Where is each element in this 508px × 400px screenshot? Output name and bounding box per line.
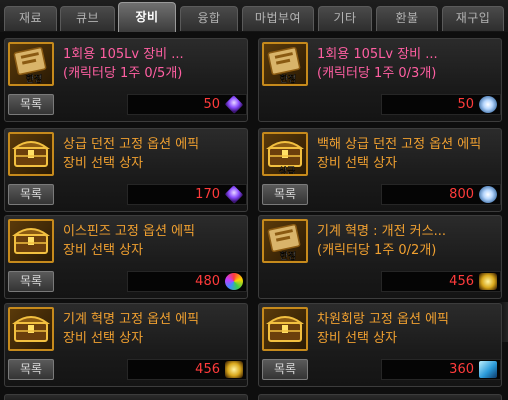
purple-spirit-stone-icon xyxy=(224,95,244,114)
gear-part-icon xyxy=(479,273,497,290)
item-title-line1: 기계 혁명 : 개전 커스... xyxy=(317,224,446,239)
treasure-chest-icon[interactable] xyxy=(8,307,54,351)
item-title-line2: 장비 선택 상자 xyxy=(63,243,144,258)
item-title: 이스핀즈 고정 옵션 에픽장비 선택 상자 xyxy=(63,222,245,260)
price-bar: 170 xyxy=(127,184,247,205)
price-bar: 360 xyxy=(381,359,501,380)
item-price: 800 xyxy=(449,187,474,202)
white-crystal-icon xyxy=(479,186,497,203)
svg-text:상급: 상급 xyxy=(279,166,296,174)
item-title-line2: 장비 선택 상자 xyxy=(63,331,144,346)
tab-fusion[interactable]: 융합 xyxy=(180,6,238,31)
tab-equipment[interactable]: 장비 xyxy=(118,2,176,32)
price-bar: 50 xyxy=(381,94,501,115)
item-price: 360 xyxy=(449,362,474,377)
item-price: 50 xyxy=(457,97,474,112)
shop-tab-bar: 재료 큐브 장비 융합 마법부여 기타 환불 재구입 xyxy=(0,0,508,32)
item-title: 백해 상급 던전 고정 옵션 에픽장비 선택 상자 xyxy=(317,135,499,173)
item-title-line1: 백해 상급 던전 고정 옵션 에픽 xyxy=(317,137,482,152)
shop-item-card[interactable]: 한정 1회용 105Lv 장비 ... (캐릭터당 1주 0/3개) 50 xyxy=(258,38,502,122)
tab-cube[interactable]: 큐브 xyxy=(60,6,115,31)
item-price: 456 xyxy=(449,274,474,289)
list-button[interactable]: 목록 xyxy=(262,359,308,380)
tab-materials[interactable]: 재료 xyxy=(4,6,57,31)
item-title: 기계 혁명 : 개전 커스... (캐릭터당 1주 0/2개) xyxy=(317,222,499,260)
gear-part-icon xyxy=(225,361,243,378)
equipment-ticket-icon[interactable]: 한정 xyxy=(262,42,308,86)
shop-item-card-partial xyxy=(4,394,248,400)
mixed-gem-icon xyxy=(225,273,243,290)
price-bar: 456 xyxy=(127,359,247,380)
tab-rebuy[interactable]: 재구입 xyxy=(442,6,504,31)
svg-text:한정: 한정 xyxy=(280,74,297,84)
shop-item-card[interactable]: 한정 기계 혁명 : 개전 커스... (캐릭터당 1주 0/2개) 456 xyxy=(258,215,502,299)
treasure-chest-icon[interactable] xyxy=(262,307,308,351)
shop-item-card[interactable]: 이스핀즈 고정 옵션 에픽장비 선택 상자목록 480 xyxy=(4,215,248,299)
equipment-ticket-icon[interactable]: 한정 xyxy=(8,42,54,86)
list-button[interactable]: 목록 xyxy=(8,184,54,205)
shop-item-card[interactable]: 차원회랑 고정 옵션 에픽장비 선택 상자목록 360 xyxy=(258,303,502,387)
item-title-line2: 장비 선택 상자 xyxy=(317,156,398,171)
price-bar: 800 xyxy=(381,184,501,205)
blue-cube-icon xyxy=(479,361,497,378)
shop-item-card[interactable]: 상급 백해 상급 던전 고정 옵션 에픽장비 선택 상자목록 800 xyxy=(258,128,502,212)
item-title: 차원회랑 고정 옵션 에픽장비 선택 상자 xyxy=(317,310,499,348)
svg-text:한정: 한정 xyxy=(280,251,297,261)
list-button[interactable]: 목록 xyxy=(262,184,308,205)
item-price: 480 xyxy=(195,274,220,289)
price-bar: 480 xyxy=(127,271,247,292)
price-bar: 456 xyxy=(381,271,501,292)
list-button[interactable]: 목록 xyxy=(8,94,54,115)
price-bar: 50 xyxy=(127,94,247,115)
item-title: 기계 혁명 고정 옵션 에픽장비 선택 상자 xyxy=(63,310,245,348)
item-title-line1: 상급 던전 고정 옵션 에픽 xyxy=(63,137,200,152)
item-title-line1: 이스핀즈 고정 옵션 에픽 xyxy=(63,224,195,239)
equipment-ticket-icon[interactable]: 한정 xyxy=(262,219,308,263)
item-title: 1회용 105Lv 장비 ... (캐릭터당 1주 0/5개) xyxy=(63,45,245,83)
item-title-line2: (캐릭터당 1주 0/5개) xyxy=(63,66,183,81)
item-price: 170 xyxy=(195,187,220,202)
item-title-line2: (캐릭터당 1주 0/3개) xyxy=(317,66,437,81)
item-price: 50 xyxy=(203,97,220,112)
shop-item-card[interactable]: 한정 1회용 105Lv 장비 ... (캐릭터당 1주 0/5개) 목록 50 xyxy=(4,38,248,122)
item-grid: 한정 1회용 105Lv 장비 ... (캐릭터당 1주 0/5개) 목록 50 한정 1회… xyxy=(0,32,508,400)
treasure-chest-icon[interactable] xyxy=(8,132,54,176)
treasure-chest-icon[interactable] xyxy=(8,219,54,263)
item-title-line2: 장비 선택 상자 xyxy=(63,156,144,171)
item-title-line1: 차원회랑 고정 옵션 에픽 xyxy=(317,312,449,327)
tab-refund[interactable]: 환불 xyxy=(376,6,438,31)
item-title: 상급 던전 고정 옵션 에픽장비 선택 상자 xyxy=(63,135,245,173)
tab-etc[interactable]: 기타 xyxy=(318,6,372,31)
list-button[interactable]: 목록 xyxy=(8,359,54,380)
list-button[interactable]: 목록 xyxy=(8,271,54,292)
item-title-line2: 장비 선택 상자 xyxy=(317,331,398,346)
item-price: 456 xyxy=(195,362,220,377)
tab-enchant[interactable]: 마법부여 xyxy=(242,6,314,31)
item-title-line1: 기계 혁명 고정 옵션 에픽 xyxy=(63,312,200,327)
item-title-line1: 1회용 105Lv 장비 ... xyxy=(63,47,184,62)
purple-spirit-stone-icon xyxy=(224,185,244,204)
shop-item-card-partial xyxy=(258,394,502,400)
item-title-line1: 1회용 105Lv 장비 ... xyxy=(317,47,438,62)
svg-text:한정: 한정 xyxy=(26,74,43,84)
item-title-line2: (캐릭터당 1주 0/2개) xyxy=(317,243,437,258)
shop-item-card[interactable]: 기계 혁명 고정 옵션 에픽장비 선택 상자목록 456 xyxy=(4,303,248,387)
treasure-chest-icon[interactable]: 상급 xyxy=(262,132,308,176)
shop-item-card[interactable]: 상급 던전 고정 옵션 에픽장비 선택 상자목록 170 xyxy=(4,128,248,212)
item-title: 1회용 105Lv 장비 ... (캐릭터당 1주 0/3개) xyxy=(317,45,499,83)
white-crystal-icon xyxy=(479,96,497,113)
